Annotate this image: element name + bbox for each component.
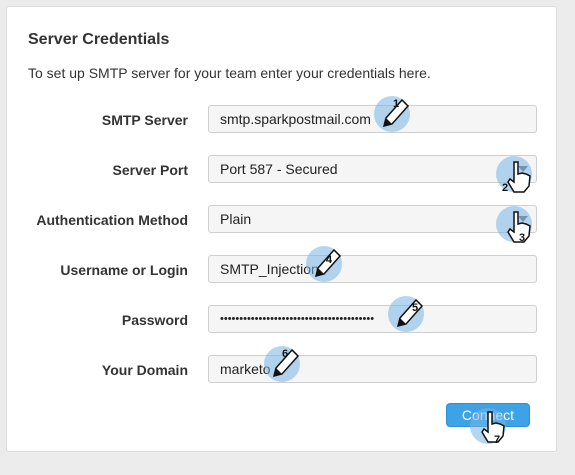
hand-cursor-icon xyxy=(507,161,531,193)
domain-input[interactable]: marketo xyxy=(208,355,537,383)
pencil-icon xyxy=(396,298,424,328)
password-row: Password •••••••••••••••••••••••••••••••… xyxy=(7,305,558,335)
auth-method-select[interactable]: Plain xyxy=(208,205,537,233)
auth-method-value: Plain xyxy=(220,211,252,227)
server-port-row: Server Port Port 587 - Secured xyxy=(7,155,558,185)
step-number: 4 xyxy=(326,254,333,266)
username-row: Username or Login SMTP_Injection xyxy=(7,255,558,285)
username-label: Username or Login xyxy=(60,262,188,278)
server-port-value: Port 587 - Secured xyxy=(220,161,338,177)
server-port-select[interactable]: Port 587 - Secured xyxy=(208,155,537,183)
server-port-label: Server Port xyxy=(112,162,188,178)
panel-description: To set up SMTP server for your team ente… xyxy=(28,65,431,81)
domain-label: Your Domain xyxy=(101,362,188,378)
step-number: 1 xyxy=(393,98,400,110)
username-input[interactable]: SMTP_Injection xyxy=(208,255,537,283)
password-input[interactable]: •••••••••••••••••••••••••••••••••••••••• xyxy=(208,305,537,333)
step-number: 2 xyxy=(502,182,509,194)
step-2-annotation: 2 xyxy=(494,152,538,196)
password-label: Password xyxy=(121,312,188,328)
smtp-server-row: SMTP Server smtp.sparkpostmail.com xyxy=(7,105,558,135)
step-number: 5 xyxy=(412,302,419,314)
hand-cursor-icon xyxy=(481,411,505,443)
step-number: 7 xyxy=(494,434,501,446)
auth-method-label: Authentication Method xyxy=(36,212,188,228)
step-7-annotation: 7 xyxy=(468,404,512,448)
auth-method-row: Authentication Method Plain xyxy=(7,205,558,235)
hand-cursor-icon xyxy=(507,211,531,243)
step-3-annotation: 3 xyxy=(494,202,538,246)
step-1-annotation: 1 xyxy=(372,92,416,136)
step-number: 3 xyxy=(519,232,526,244)
step-6-annotation: 6 xyxy=(262,342,306,386)
step-number: 6 xyxy=(282,348,289,360)
panel-title: Server Credentials xyxy=(28,31,170,48)
smtp-server-label: SMTP Server xyxy=(101,112,188,128)
step-4-annotation: 4 xyxy=(304,242,348,286)
step-5-annotation: 5 xyxy=(386,292,430,336)
